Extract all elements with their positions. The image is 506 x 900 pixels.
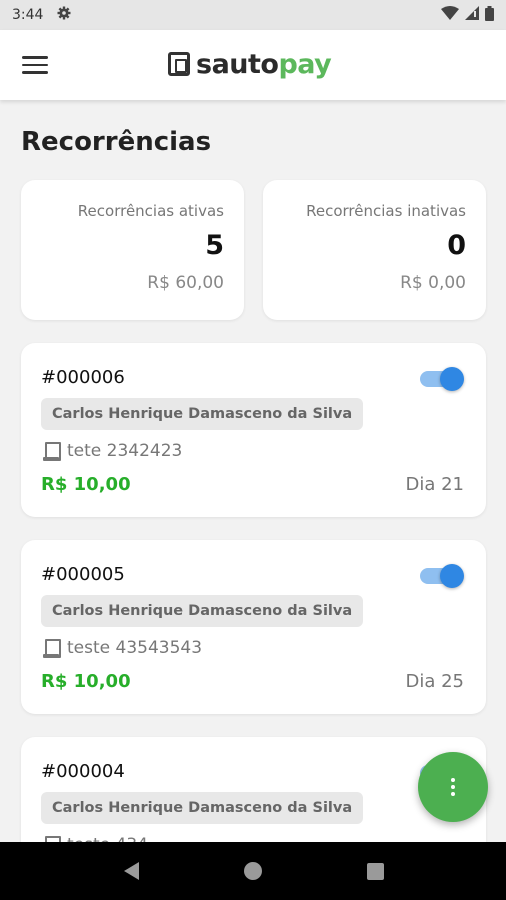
app-bar: sautopay xyxy=(0,30,506,100)
more-options-fab[interactable] xyxy=(418,752,488,822)
client-chip: Carlos Henrique Damasceno da Silva xyxy=(41,792,364,824)
back-icon xyxy=(123,862,139,880)
recent-apps-icon xyxy=(366,862,384,880)
sautopay-logo: sautopay xyxy=(168,46,332,82)
active-toggle[interactable] xyxy=(418,564,464,588)
hamburger-menu-icon[interactable] xyxy=(22,54,48,76)
recurrence-description: tete 2342423 xyxy=(43,441,182,461)
recurrence-amount: R$ 10,00 xyxy=(41,474,131,495)
inactive-summary-card: Recorrências inativas 0 R$ 0,00 xyxy=(263,180,486,320)
recurrence-amount: R$ 10,00 xyxy=(41,671,131,692)
recent-apps-button[interactable] xyxy=(360,856,390,886)
logo-text: sautopay xyxy=(196,48,332,80)
status-bar: 3:44 xyxy=(0,0,506,30)
client-chip: Carlos Henrique Damasceno da Silva xyxy=(41,595,364,627)
recurrence-day: Dia 25 xyxy=(405,671,464,692)
back-button[interactable] xyxy=(116,856,146,886)
home-button[interactable] xyxy=(238,856,268,886)
signal-icon xyxy=(465,6,479,24)
recurrence-card[interactable]: #000005 Carlos Henrique Damasceno da Sil… xyxy=(21,540,486,714)
description-text: teste 43543543 xyxy=(67,638,203,658)
logo-mark-icon xyxy=(168,52,190,76)
battery-icon xyxy=(485,5,494,25)
system-nav-bar xyxy=(0,842,506,900)
more-vertical-icon xyxy=(451,778,455,796)
recurrence-id: #000005 xyxy=(41,564,125,585)
inactive-amount: R$ 0,00 xyxy=(400,273,466,293)
client-chip: Carlos Henrique Damasceno da Silva xyxy=(41,398,364,430)
recurrence-card[interactable]: #000006 Carlos Henrique Damasceno da Sil… xyxy=(21,343,486,517)
page-title: Recorrências xyxy=(21,127,212,157)
active-amount: R$ 60,00 xyxy=(147,273,224,293)
status-icons xyxy=(441,5,494,25)
recurrence-day: Dia 21 xyxy=(405,474,464,495)
inactive-count: 0 xyxy=(447,230,466,261)
active-summary-card: Recorrências ativas 5 R$ 60,00 xyxy=(21,180,244,320)
active-count: 5 xyxy=(205,230,224,261)
recurrence-id: #000006 xyxy=(41,367,125,388)
home-icon xyxy=(244,862,262,880)
settings-icon xyxy=(57,6,71,24)
description-text: tete 2342423 xyxy=(67,441,183,461)
receipt-icon xyxy=(43,441,61,461)
recurrence-id: #000004 xyxy=(41,761,125,782)
status-time: 3:44 xyxy=(12,7,44,23)
receipt-icon xyxy=(43,638,61,658)
wifi-icon xyxy=(441,6,459,24)
active-toggle[interactable] xyxy=(418,367,464,391)
inactive-label: Recorrências inativas xyxy=(306,202,466,220)
active-label: Recorrências ativas xyxy=(77,202,224,220)
recurrence-description: teste 43543543 xyxy=(43,638,202,658)
